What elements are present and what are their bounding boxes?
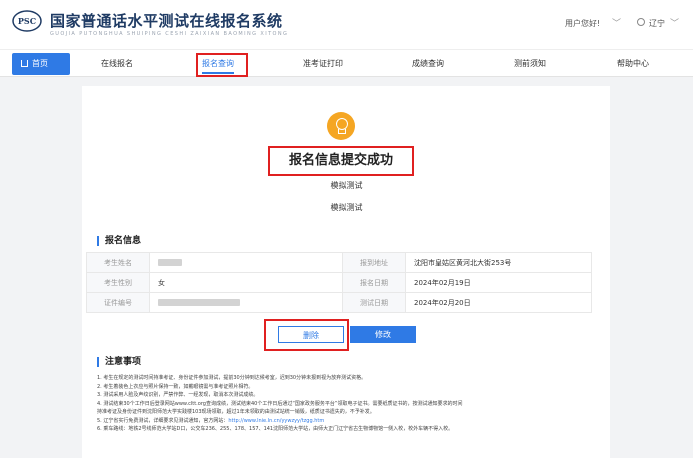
label-name: 考生姓名 xyxy=(86,252,150,273)
value-gender: 女 xyxy=(149,272,343,293)
edit-button[interactable]: 修改 xyxy=(350,326,416,343)
value-registration-date: 2024年02月19日 xyxy=(405,272,592,293)
value-address: 沈阳市皇姑区黄河北大街253号 xyxy=(405,252,592,273)
note-item: 3. 测试采用人脸及声纹识别，严禁作弊、一经发现，取消本次测试成绩。 xyxy=(97,392,259,398)
nav-item-online-registration[interactable]: 在线报名 xyxy=(101,50,133,77)
main-nav: 首页 在线报名 报名查询 准考证打印 成绩查询 测前须知 帮助中心 xyxy=(0,49,693,77)
user-greeting[interactable]: 用户您好! xyxy=(565,18,600,29)
notes-heading: 注意事项 xyxy=(97,357,141,367)
note-item: 5. 辽宁省实行免费测试，详细要求见测试通知，官方网站：http://www.l… xyxy=(97,417,597,426)
psc-logo: PSC xyxy=(12,10,42,32)
label-test-date: 测试日期 xyxy=(342,292,406,313)
note-item: 6. 乘车路线：地铁2号线师范大学站D口，公交车236、255、178、157、… xyxy=(97,426,454,432)
nav-item-help-center[interactable]: 帮助中心 xyxy=(617,50,649,77)
value-test-date: 2024年02月20日 xyxy=(405,292,592,313)
lightbulb-icon xyxy=(327,112,355,140)
app-title: 国家普通话水平测试在线报名系统 xyxy=(50,12,283,30)
nav-home-button[interactable]: 首页 xyxy=(12,53,70,75)
table-row: 证件编号 测试日期 2024年02月20日 xyxy=(86,292,592,313)
svg-text:PSC: PSC xyxy=(18,16,36,26)
official-site-link[interactable]: http://www.lnie.ln.cn/yywzyy/tzgg.htm xyxy=(228,418,324,424)
nav-item-test-notice[interactable]: 测前须知 xyxy=(514,50,546,77)
label-address: 报到地址 xyxy=(342,252,406,273)
note-item: 持准考证及身份证件到沈阳师范大学实践楼103现场领取，超过1年未领取的由测试站统… xyxy=(97,409,375,415)
label-registration-date: 报名日期 xyxy=(342,272,406,293)
redacted-value xyxy=(158,299,240,306)
label-gender: 考生性别 xyxy=(86,272,150,293)
highlight-box xyxy=(264,319,349,351)
location-icon xyxy=(637,18,645,26)
test-name: 模拟测试 xyxy=(330,181,363,190)
table-row: 考生姓名 报到地址 沈阳市皇姑区黄河北大街253号 xyxy=(86,252,592,273)
app-header: PSC 国家普通话水平测试在线报名系统 GUOJIA PUTONGHUA SHU… xyxy=(0,0,693,49)
success-title: 报名信息提交成功 xyxy=(268,146,414,176)
nav-item-score-query[interactable]: 成绩查询 xyxy=(412,50,444,77)
label-id-number: 证件编号 xyxy=(86,292,150,313)
value-id-number xyxy=(149,292,343,313)
nav-item-admission-ticket[interactable]: 准考证打印 xyxy=(303,50,343,77)
test-name: 模拟测试 xyxy=(330,203,363,212)
table-row: 考生性别 女 报名日期 2024年02月19日 xyxy=(86,272,592,293)
nav-home-label: 首页 xyxy=(32,59,48,68)
location-selector[interactable]: 辽宁 xyxy=(649,18,665,29)
home-icon xyxy=(21,60,28,67)
app-subtitle: GUOJIA PUTONGHUA SHUIPING CESHI ZAIXIAN … xyxy=(50,31,289,37)
chevron-down-icon[interactable]: ﹀ xyxy=(670,16,679,29)
note-item: 2. 考生着装色上衣应与照片保持一致，如戴眼镜需与准考证照片相符。 xyxy=(97,383,254,390)
note-item: 1. 考生在规定的测试时间持准考证、身份证件参加测试，提前30分钟到达候考室，迟… xyxy=(97,375,367,381)
note-item: 4. 测试结束30个工作日后登录网站www.cltt.org查询成绩，测试结束4… xyxy=(97,400,463,407)
note-item-text: 5. 辽宁省实行免费测试，详细要求见测试通知，官方网站： xyxy=(97,417,229,424)
chevron-down-icon[interactable]: ﹀ xyxy=(612,16,621,29)
highlight-box xyxy=(196,53,248,77)
redacted-value xyxy=(158,259,182,266)
notes-list: 1. 考生在规定的测试时间持准考证、身份证件参加测试，提前30分钟到达候考室，迟… xyxy=(97,374,597,434)
value-name xyxy=(149,252,343,273)
registration-info-table: 考生姓名 报到地址 沈阳市皇姑区黄河北大街253号 考生性别 女 报名日期 20… xyxy=(86,252,592,313)
registration-info-heading: 报名信息 xyxy=(97,236,141,246)
